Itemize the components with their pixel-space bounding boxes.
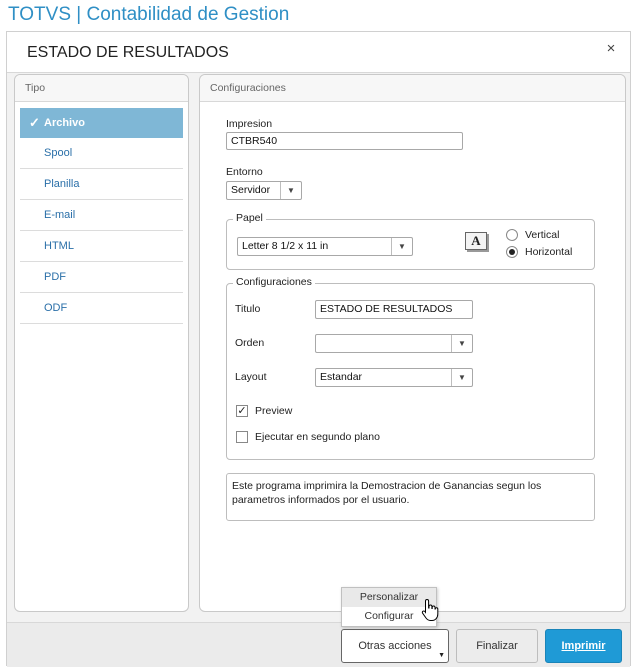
- imprimir-button[interactable]: Imprimir: [545, 629, 622, 663]
- configuraciones-panel-header: Configuraciones: [200, 75, 625, 102]
- configuraciones-panel: Configuraciones Impresion CTBR540 Entorn…: [199, 74, 626, 612]
- tipo-item-label: HTML: [44, 240, 74, 252]
- titulo-input[interactable]: ESTADO DE RESULTADOS: [315, 300, 473, 319]
- chevron-down-icon: ▼: [451, 369, 472, 386]
- entorno-value: Servidor: [231, 184, 271, 196]
- footer-bar: Otras acciones ▼ Finalizar Imprimir: [7, 622, 630, 667]
- chevron-down-icon: ▼: [451, 335, 472, 352]
- horizontal-radio[interactable]: [506, 246, 518, 258]
- tipo-item-planilla[interactable]: Planilla: [20, 169, 183, 200]
- tipo-item-email[interactable]: E-mail: [20, 200, 183, 231]
- entorno-select[interactable]: Servidor ▼: [226, 181, 302, 200]
- orden-label: Orden: [235, 337, 265, 349]
- check-icon: ✓: [29, 115, 40, 130]
- settings-group-title: Configuraciones: [233, 276, 315, 288]
- vertical-label: Vertical: [525, 229, 560, 241]
- tipo-item-label: E-mail: [44, 209, 76, 221]
- close-icon[interactable]: ×: [604, 41, 618, 56]
- dialog-header: ESTADO DE RESULTADOS ×: [7, 32, 630, 73]
- layout-select[interactable]: Estandar ▼: [315, 368, 473, 387]
- tipo-list: ✓ Archivo Spool Planilla E-mail HTML PDF…: [20, 108, 183, 324]
- tipo-item-pdf[interactable]: PDF: [20, 262, 183, 293]
- tipo-item-label: PDF: [44, 271, 66, 283]
- caret-down-icon: ▼: [438, 652, 445, 659]
- dialog-title: ESTADO DE RESULTADOS: [27, 44, 229, 61]
- impresion-label: Impresion: [226, 118, 273, 130]
- impresion-input[interactable]: CTBR540: [226, 132, 463, 150]
- chevron-down-icon: ▼: [280, 182, 301, 199]
- tipo-item-spool[interactable]: Spool: [20, 138, 183, 169]
- preview-label: Preview: [255, 405, 293, 417]
- tipo-item-label: Archivo: [44, 117, 85, 129]
- settings-group: Configuraciones Titulo ESTADO DE RESULTA…: [226, 276, 595, 460]
- hand-cursor-icon: [421, 598, 439, 621]
- font-icon: A: [465, 232, 487, 250]
- entorno-label: Entorno: [226, 166, 263, 178]
- layout-label: Layout: [235, 371, 267, 383]
- paper-size-value: Letter 8 1/2 x 11 in: [242, 240, 329, 252]
- segundo-plano-label: Ejecutar en segundo plano: [255, 431, 380, 443]
- tipo-item-html[interactable]: HTML: [20, 231, 183, 262]
- layout-value: Estandar: [320, 371, 363, 383]
- finalizar-button[interactable]: Finalizar: [456, 629, 538, 663]
- tipo-item-label: Planilla: [44, 178, 80, 190]
- titulo-label: Titulo: [235, 303, 261, 315]
- otras-acciones-button[interactable]: Otras acciones ▼: [341, 629, 449, 663]
- tipo-item-odf[interactable]: ODF: [20, 293, 183, 324]
- tipo-panel: Tipo ✓ Archivo Spool Planilla E-mail HTM…: [14, 74, 189, 612]
- tipo-item-label: Spool: [44, 147, 73, 159]
- chevron-down-icon: ▼: [391, 238, 412, 255]
- tipo-item-archivo[interactable]: ✓ Archivo: [20, 108, 183, 138]
- preview-checkbox[interactable]: ✓: [236, 405, 248, 417]
- orden-select[interactable]: ▼: [315, 334, 473, 353]
- report-dialog: ESTADO DE RESULTADOS × Tipo ✓ Archivo Sp…: [6, 31, 631, 667]
- tipo-panel-header: Tipo: [15, 75, 188, 102]
- papel-group: Papel Letter 8 1/2 x 11 in ▼ A Vertical …: [226, 212, 595, 270]
- app-title: TOTVS | Contabilidad de Gestion: [0, 0, 631, 30]
- horizontal-label: Horizontal: [525, 246, 573, 258]
- papel-group-title: Papel: [233, 212, 266, 224]
- segundo-plano-checkbox[interactable]: [236, 431, 248, 443]
- otras-acciones-label: Otras acciones: [358, 640, 432, 652]
- paper-size-select[interactable]: Letter 8 1/2 x 11 in ▼: [237, 237, 413, 256]
- tipo-item-label: ODF: [44, 302, 68, 314]
- description-box: Este programa imprimira la Demostracion …: [226, 473, 595, 521]
- vertical-radio[interactable]: [506, 229, 518, 241]
